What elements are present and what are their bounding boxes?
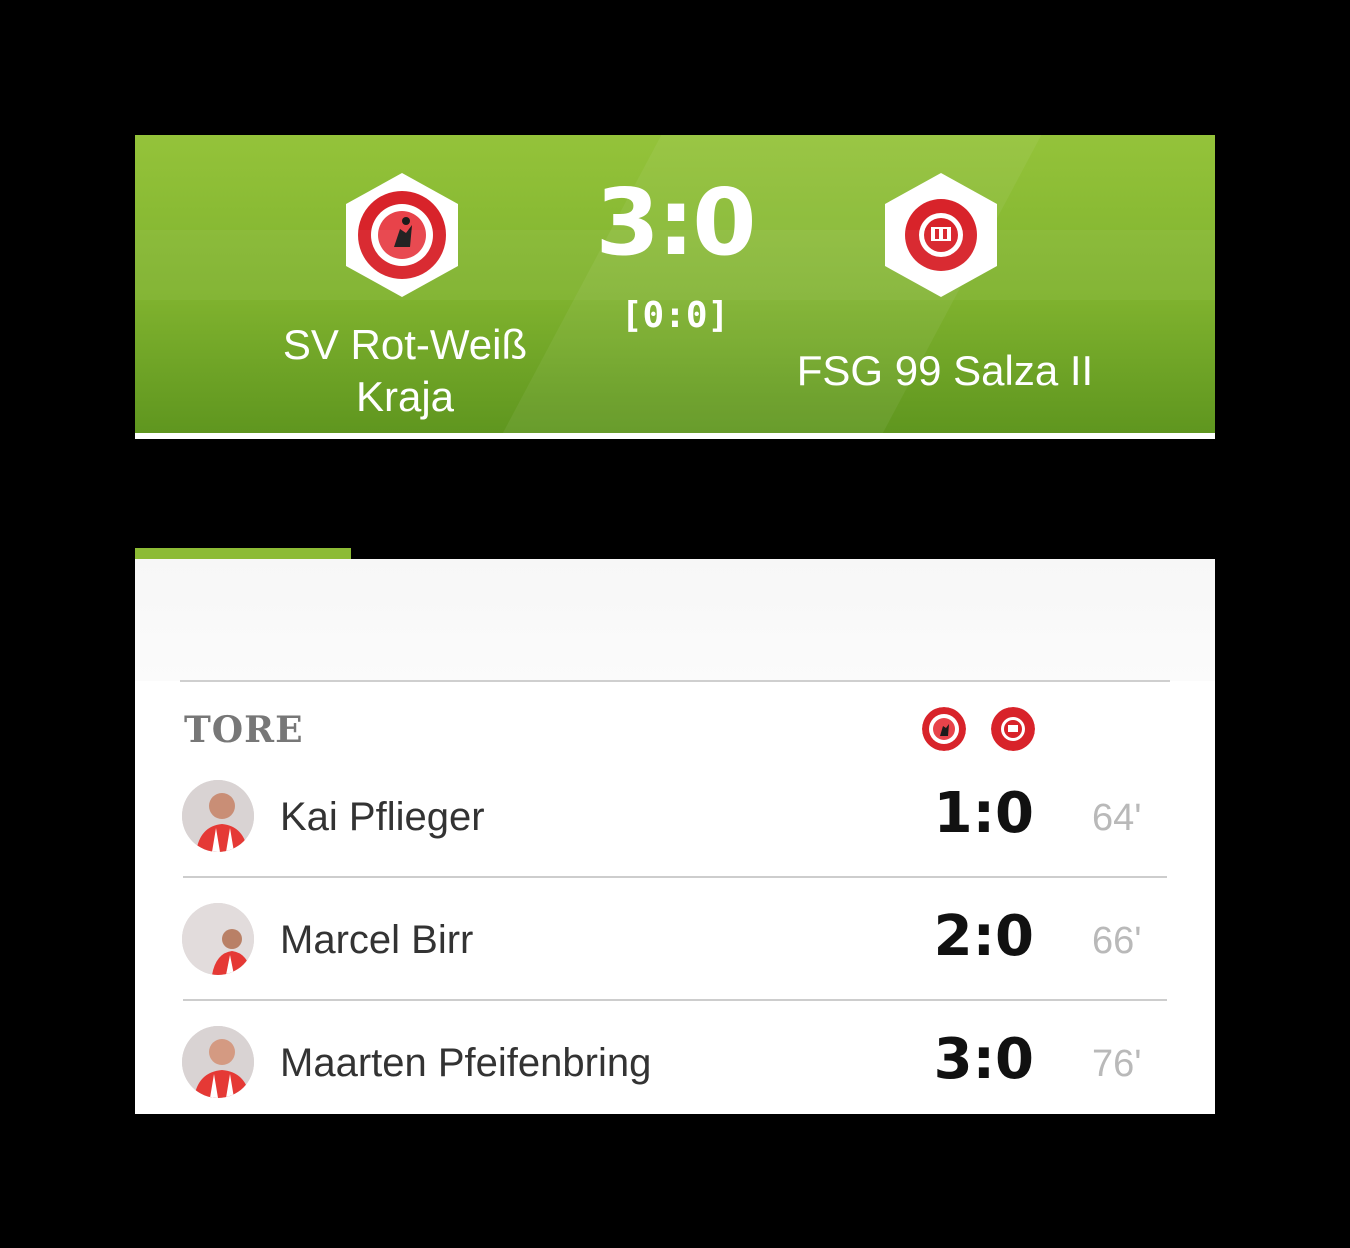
player-avatar — [182, 780, 254, 852]
goal-minute: 76' — [1092, 1043, 1142, 1085]
match-header: 3:0 [0:0] SV Rot-Weiß Kraja FSG 99 Salza… — [135, 135, 1215, 433]
goal-row[interactable]: Kai Pflieger 1:0 64' — [182, 777, 1170, 899]
player-avatar — [182, 903, 254, 975]
goal-minute: 66' — [1092, 920, 1142, 962]
home-team-crest-icon[interactable] — [346, 173, 458, 297]
card-banner — [135, 559, 1215, 681]
goals-section-title: TORE — [184, 709, 304, 751]
goal-minute: 64' — [1092, 797, 1142, 839]
active-tab-indicator — [135, 548, 351, 559]
player-name: Maarten Pfeifenbring — [280, 1041, 652, 1085]
goals-card: TORE Kai Pflieger 1:0 64' Marcel Birr 2:… — [135, 559, 1215, 1114]
goal-score: 2:0 — [933, 904, 1034, 969]
header-divider — [135, 433, 1215, 439]
row-divider — [183, 999, 1167, 1001]
away-team-name[interactable]: FSG 99 Salza II — [765, 345, 1125, 397]
away-team-mini-crest-icon — [991, 707, 1035, 751]
goal-score: 1:0 — [933, 781, 1034, 846]
player-name: Kai Pflieger — [280, 795, 485, 839]
goal-row[interactable]: Marcel Birr 2:0 66' — [182, 900, 1170, 1022]
home-team-name-line1: SV Rot-Weiß — [282, 321, 528, 368]
row-divider — [183, 876, 1167, 878]
goal-row[interactable]: Maarten Pfeifenbring 3:0 76' — [182, 1023, 1170, 1145]
home-team-mini-crest-icon — [922, 707, 966, 751]
player-name: Marcel Birr — [280, 918, 474, 962]
final-score: 3:0 — [595, 169, 757, 276]
halftime-score: [0:0] — [620, 295, 730, 336]
home-team-name[interactable]: SV Rot-Weiß Kraja — [245, 319, 565, 423]
player-avatar — [182, 1026, 254, 1098]
section-divider — [180, 680, 1170, 682]
home-team-name-line2: Kraja — [355, 373, 455, 420]
away-team-crest-icon[interactable] — [885, 173, 997, 297]
goal-score: 3:0 — [933, 1027, 1034, 1092]
